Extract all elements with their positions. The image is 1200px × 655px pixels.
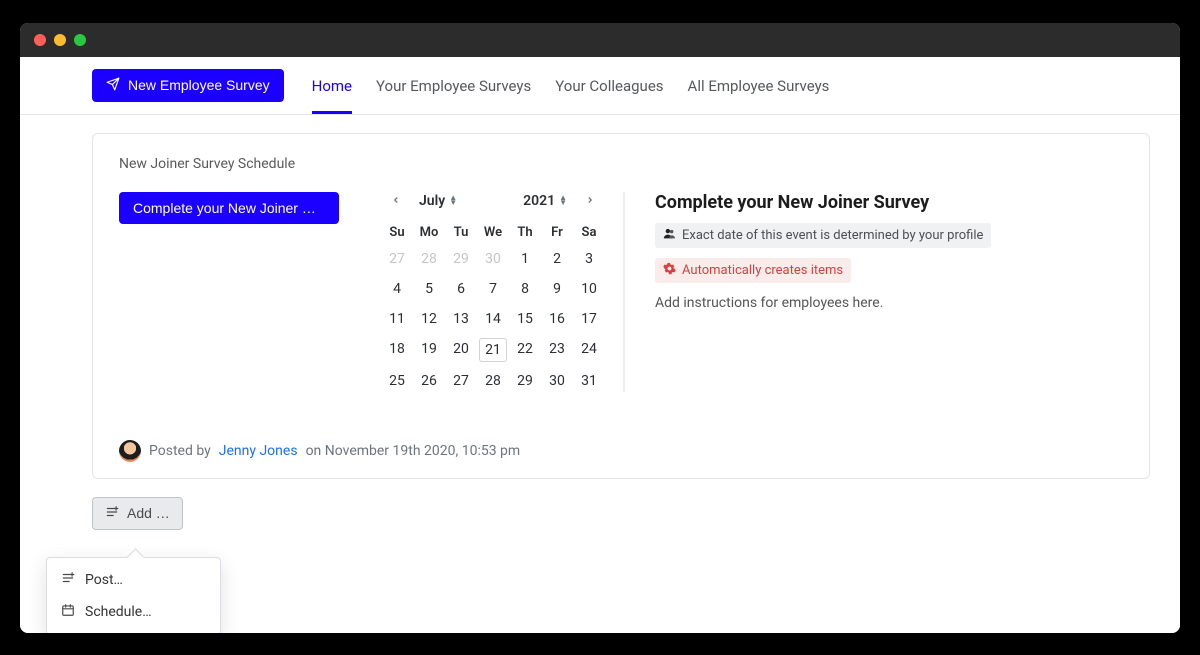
calendar-day[interactable]: 27 <box>447 370 475 392</box>
badge-label: Exact date of this event is determined b… <box>682 228 983 243</box>
calendar-day[interactable]: 2 <box>543 248 571 270</box>
calendar-day[interactable]: 26 <box>415 370 443 392</box>
posted-by: Posted by Jenny Jones on November 19th 2… <box>119 440 1123 462</box>
new-employee-survey-button[interactable]: New Employee Survey <box>92 69 284 102</box>
content: New Employee Survey Home Your Employee Su… <box>20 57 1180 633</box>
post-icon <box>61 571 75 589</box>
calendar-day[interactable]: 23 <box>543 338 571 362</box>
event-badges: Exact date of this event is determined b… <box>655 223 1123 283</box>
profile-date-badge: Exact date of this event is determined b… <box>655 223 991 248</box>
add-button-label: Add … <box>127 505 170 521</box>
calendar-year-label: 2021 <box>523 193 555 209</box>
posted-suffix: on November 19th 2020, 10:53 pm <box>306 443 521 459</box>
card-title: New Joiner Survey Schedule <box>119 156 1123 172</box>
calendar-dow: Fr <box>543 225 571 240</box>
calendar-day[interactable]: 22 <box>511 338 539 362</box>
tab-home[interactable]: Home <box>312 69 352 114</box>
calendar-year-select[interactable]: 2021 ▲▼ <box>523 193 567 209</box>
tab-your-colleagues[interactable]: Your Colleagues <box>555 69 663 114</box>
app-window: New Employee Survey Home Your Employee Su… <box>20 23 1180 633</box>
calendar-month-label: July <box>419 193 445 209</box>
top-tabs: Home Your Employee Surveys Your Colleagues… <box>312 69 830 114</box>
window-minimize-button[interactable] <box>54 34 66 46</box>
user-icon <box>663 227 676 244</box>
schedule-card: New Joiner Survey Schedule Complete your… <box>92 133 1150 479</box>
calendar-dow: Tu <box>447 225 475 240</box>
calendar-day[interactable]: 3 <box>575 248 603 270</box>
badge-label: Automatically creates items <box>682 263 843 278</box>
posted-author-link[interactable]: Jenny Jones <box>219 443 298 459</box>
event-detail: Complete your New Joiner Survey Exact da… <box>655 192 1123 392</box>
calendar-day[interactable]: 19 <box>415 338 443 362</box>
calendar-day[interactable]: 29 <box>447 248 475 270</box>
window-titlebar <box>20 23 1180 57</box>
sort-icon: ▲▼ <box>449 196 457 206</box>
calendar-day[interactable]: 31 <box>575 370 603 392</box>
window-close-button[interactable] <box>34 34 46 46</box>
calendar-day[interactable]: 21 <box>479 338 507 362</box>
calendar-day[interactable]: 20 <box>447 338 475 362</box>
calendar-grid: SuMoTuWeThFrSa27282930123456789101112131… <box>383 225 603 392</box>
calendar-day[interactable]: 8 <box>511 278 539 300</box>
calendar-month-select[interactable]: July ▲▼ <box>419 193 457 209</box>
popover-schedule-item[interactable]: Schedule… <box>47 596 220 628</box>
calendar-next-button[interactable] <box>581 192 599 211</box>
calendar-dow: Th <box>511 225 539 240</box>
card-body: Complete your New Joiner Su… July ▲▼ <box>119 192 1123 392</box>
calendar-header: July ▲▼ 2021 ▲▼ <box>383 192 603 225</box>
event-body: Add instructions for employees here. <box>655 295 1123 311</box>
complete-survey-button[interactable]: Complete your New Joiner Su… <box>119 192 339 224</box>
calendar-day[interactable]: 14 <box>479 308 507 330</box>
calendar-day[interactable]: 10 <box>575 278 603 300</box>
calendar-day[interactable]: 27 <box>383 248 411 270</box>
calendar-day[interactable]: 6 <box>447 278 475 300</box>
calendar-day[interactable]: 30 <box>479 248 507 270</box>
gear-icon <box>663 262 676 279</box>
avatar <box>119 440 141 462</box>
calendar: July ▲▼ 2021 ▲▼ SuMoTuWeThFrSa2728293012… <box>369 192 625 392</box>
new-survey-label: New Employee Survey <box>128 77 270 93</box>
calendar-day[interactable]: 9 <box>543 278 571 300</box>
top-nav: New Employee Survey Home Your Employee Su… <box>20 57 1180 115</box>
tab-your-employee-surveys[interactable]: Your Employee Surveys <box>376 69 531 114</box>
calendar-day[interactable]: 11 <box>383 308 411 330</box>
calendar-prev-button[interactable] <box>387 192 405 211</box>
add-list-icon <box>105 505 119 522</box>
popover-post-item[interactable]: Post… <box>47 564 220 596</box>
calendar-day[interactable]: 29 <box>511 370 539 392</box>
calendar-day[interactable]: 24 <box>575 338 603 362</box>
calendar-day[interactable]: 28 <box>479 370 507 392</box>
calendar-dow: Sa <box>575 225 603 240</box>
add-popover: Post… Schedule… <box>46 557 221 633</box>
calendar-day[interactable]: 4 <box>383 278 411 300</box>
popover-post-label: Post… <box>85 572 123 588</box>
calendar-icon <box>61 603 75 621</box>
calendar-day[interactable]: 17 <box>575 308 603 330</box>
event-list: Complete your New Joiner Su… <box>119 192 339 392</box>
calendar-day[interactable]: 18 <box>383 338 411 362</box>
calendar-day[interactable]: 30 <box>543 370 571 392</box>
calendar-dow: Su <box>383 225 411 240</box>
event-title: Complete your New Joiner Survey <box>655 192 1123 213</box>
calendar-day[interactable]: 5 <box>415 278 443 300</box>
calendar-day[interactable]: 25 <box>383 370 411 392</box>
add-button[interactable]: Add … <box>92 497 183 530</box>
calendar-dow: We <box>479 225 507 240</box>
calendar-day[interactable]: 28 <box>415 248 443 270</box>
calendar-dow: Mo <box>415 225 443 240</box>
calendar-day[interactable]: 1 <box>511 248 539 270</box>
calendar-day[interactable]: 16 <box>543 308 571 330</box>
posted-prefix: Posted by <box>149 443 211 459</box>
popover-schedule-label: Schedule… <box>85 604 152 620</box>
calendar-day[interactable]: 13 <box>447 308 475 330</box>
tab-all-employee-surveys[interactable]: All Employee Surveys <box>688 69 830 114</box>
window-maximize-button[interactable] <box>74 34 86 46</box>
auto-create-badge: Automatically creates items <box>655 258 851 283</box>
sort-icon: ▲▼ <box>559 196 567 206</box>
paper-plane-icon <box>106 77 120 94</box>
calendar-day[interactable]: 15 <box>511 308 539 330</box>
calendar-day[interactable]: 12 <box>415 308 443 330</box>
calendar-day[interactable]: 7 <box>479 278 507 300</box>
